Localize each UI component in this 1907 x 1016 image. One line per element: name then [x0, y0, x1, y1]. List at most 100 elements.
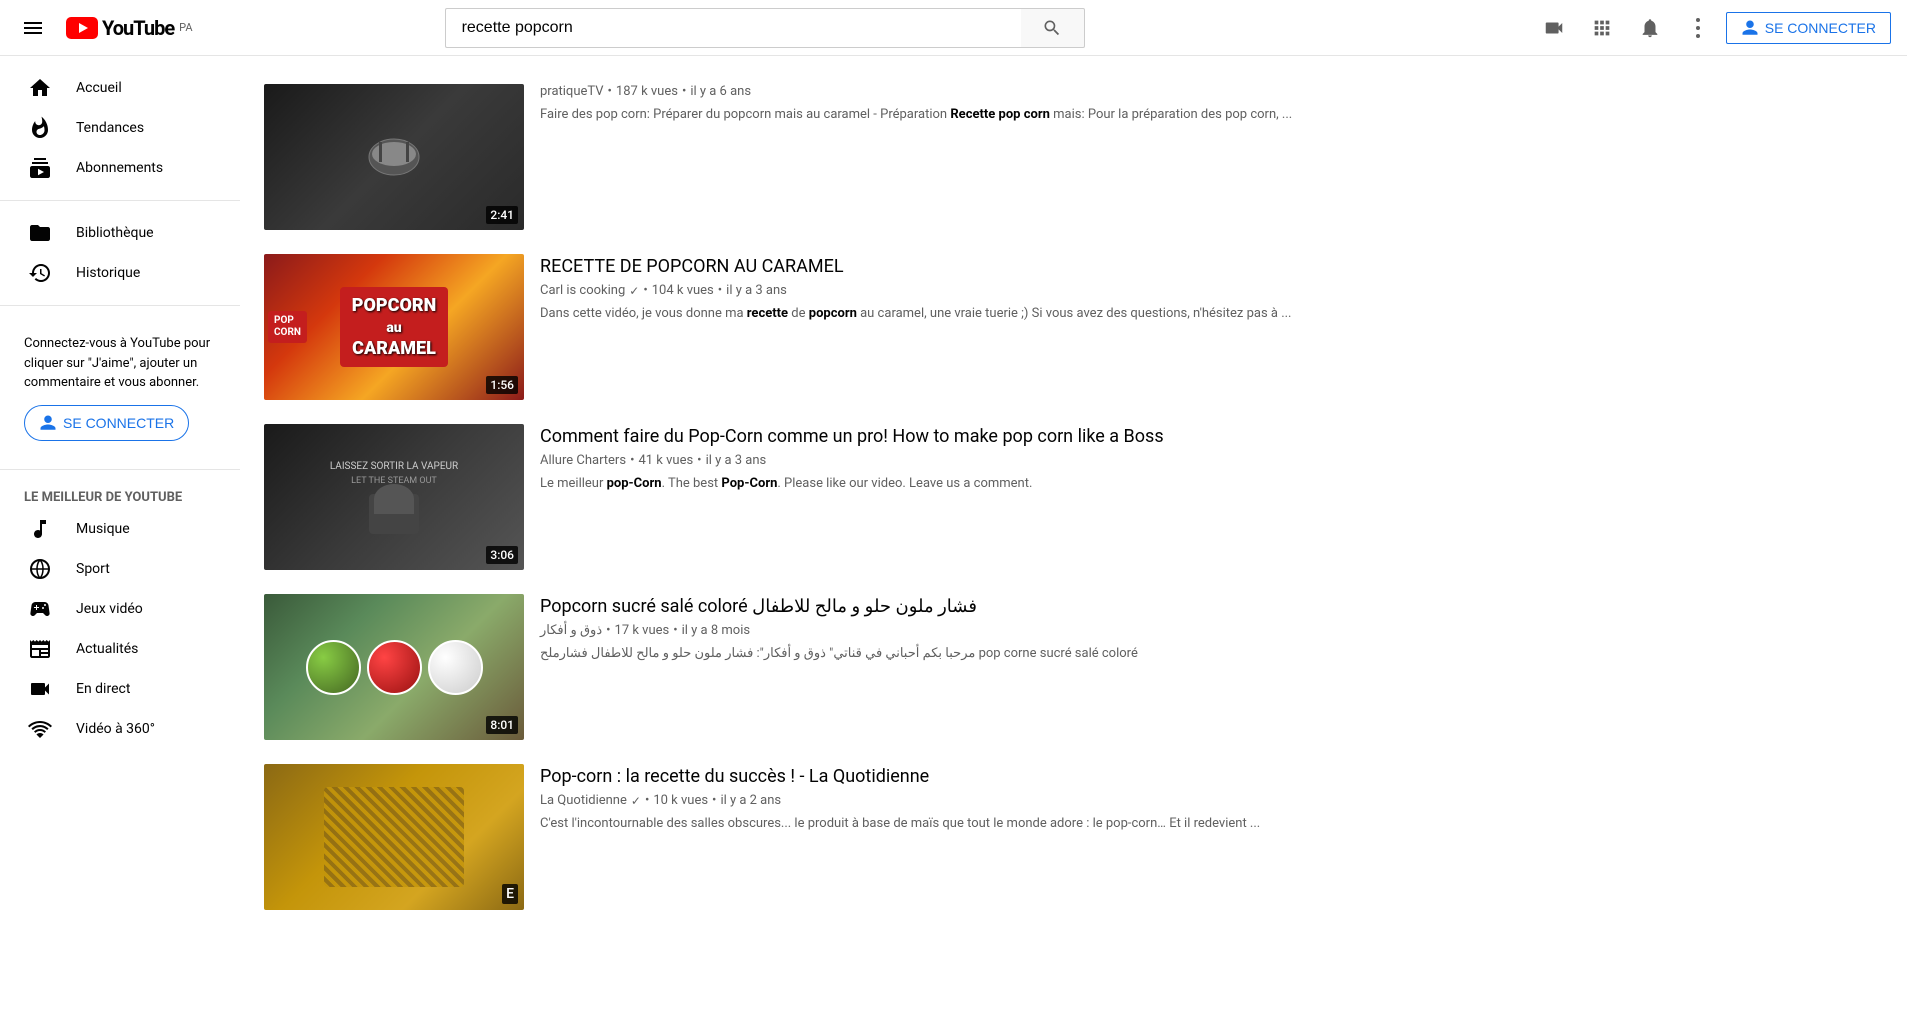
- thumbnail-3[interactable]: LAISSEZ SORTIR LA VAPEUR LET THE STEAM O…: [264, 424, 524, 570]
- gamepad-icon: [28, 597, 52, 621]
- dot-4b: •: [673, 623, 677, 638]
- flame-icon: [28, 116, 52, 140]
- thumbnail-4[interactable]: 8:01: [264, 594, 524, 740]
- signin-box: Connectez-vous à YouTube pour cliquer su…: [0, 318, 240, 457]
- age-2: il y a 3 ans: [726, 283, 787, 298]
- home-icon: [28, 76, 52, 100]
- sidebar-divider-3: [0, 469, 240, 470]
- sidebar-item-actualites[interactable]: Actualités: [4, 629, 236, 669]
- layout: Accueil Tendances Abonnements Bibliothèq…: [0, 56, 1907, 938]
- thumbnail-2[interactable]: POPCORNauCARAMEL POPCORN 1:56: [264, 254, 524, 400]
- search-icon: [1042, 18, 1062, 38]
- dot-4: •: [606, 623, 610, 638]
- header-left: YouTubePA: [16, 14, 216, 42]
- header-right: SE CONNECTER: [1534, 8, 1891, 48]
- signin-button[interactable]: SE CONNECTER: [1726, 12, 1891, 44]
- video-item-2: POPCORNauCARAMEL POPCORN 1:56 RECETTE DE…: [264, 242, 1883, 412]
- logo[interactable]: YouTubePA: [66, 16, 193, 40]
- sidebar-label-video-360: Vidéo à 360°: [76, 721, 155, 737]
- video-info-1: pratiqueTV • 187 k vues • il y a 6 ans F…: [540, 84, 1883, 230]
- channel-2[interactable]: Carl is cooking: [540, 283, 625, 298]
- folder-icon: [28, 221, 52, 245]
- apps-icon: [1591, 17, 1613, 39]
- upload-button[interactable]: [1534, 8, 1574, 48]
- sport-icon: [28, 557, 52, 581]
- video-item-5: E Pop-corn : la recette du succès ! - La…: [264, 752, 1883, 922]
- video-title-2[interactable]: RECETTE DE POPCORN AU CARAMEL: [540, 254, 1883, 279]
- verified-icon-2: ✓: [629, 284, 639, 298]
- live-icon: [28, 677, 52, 701]
- signin-box-text: Connectez-vous à YouTube pour cliquer su…: [24, 336, 210, 390]
- verified-icon-5: ✓: [631, 794, 641, 808]
- sidebar-label-bibliotheque: Bibliothèque: [76, 225, 154, 241]
- more-icon: [1696, 18, 1700, 38]
- notifications-button[interactable]: [1630, 8, 1670, 48]
- search-form: [445, 8, 1085, 48]
- sidebar-label-abonnements: Abonnements: [76, 160, 163, 176]
- search-area: [445, 8, 1085, 48]
- sidebar-item-historique[interactable]: Historique: [4, 253, 236, 293]
- sidebar-item-bibliotheque[interactable]: Bibliothèque: [4, 213, 236, 253]
- desc-bold-2b: popcorn: [809, 306, 857, 321]
- thumbnail-5[interactable]: E: [264, 764, 524, 910]
- video-item-4: 8:01 Popcorn sucré salé coloré فشار ملون…: [264, 582, 1883, 752]
- channel-3[interactable]: Allure Charters: [540, 453, 626, 468]
- sidebar-item-accueil[interactable]: Accueil: [4, 68, 236, 108]
- age-5: il y a 2 ans: [720, 793, 781, 808]
- channel-5[interactable]: La Quotidienne: [540, 793, 627, 808]
- signin-user-icon: [1741, 19, 1759, 37]
- music-icon: [28, 517, 52, 541]
- views-2: 104 k vues: [652, 283, 714, 298]
- sidebar-item-video-360[interactable]: Vidéo à 360°: [4, 709, 236, 749]
- channel-1[interactable]: pratiqueTV: [540, 84, 604, 99]
- search-input[interactable]: [445, 8, 1021, 48]
- desc-text-1: Faire des pop corn: Préparer du popcorn …: [540, 107, 950, 122]
- video-info-3: Comment faire du Pop-Corn comme un pro! …: [540, 424, 1883, 570]
- logo-badge: PA: [179, 21, 192, 34]
- video-info-2: RECETTE DE POPCORN AU CARAMEL Carl is co…: [540, 254, 1883, 400]
- video-title-5[interactable]: Pop-corn : la recette du succès ! - La Q…: [540, 764, 1883, 789]
- video-meta-1: pratiqueTV • 187 k vues • il y a 6 ans: [540, 84, 1883, 99]
- dot-5: •: [645, 793, 649, 808]
- search-button[interactable]: [1021, 8, 1085, 48]
- views-3: 41 k vues: [638, 453, 693, 468]
- video-title-4[interactable]: Popcorn sucré salé coloré فشار ملون حلو …: [540, 594, 1883, 619]
- video-desc-3: Le meilleur pop-Corn. The best Pop-Corn.…: [540, 474, 1883, 494]
- signin-box-button[interactable]: SE CONNECTER: [24, 405, 189, 441]
- views-1: 187 k vues: [616, 84, 678, 99]
- more-button[interactable]: [1678, 8, 1718, 48]
- sidebar-item-jeux-video[interactable]: Jeux vidéo: [4, 589, 236, 629]
- apps-button[interactable]: [1582, 8, 1622, 48]
- sidebar-label-accueil: Accueil: [76, 80, 122, 96]
- duration-badge-4: 8:01: [486, 716, 518, 734]
- sidebar-item-musique[interactable]: Musique: [4, 509, 236, 549]
- dot-1: •: [608, 84, 612, 99]
- sidebar-item-tendances[interactable]: Tendances: [4, 108, 236, 148]
- desc-rest-1: mais: Pour la préparation des pop corn, …: [1050, 107, 1292, 122]
- sidebar-item-abonnements[interactable]: Abonnements: [4, 148, 236, 188]
- views-4: 17 k vues: [615, 623, 670, 638]
- sidebar-item-en-direct[interactable]: En direct: [4, 669, 236, 709]
- header: YouTubePA: [0, 0, 1907, 56]
- menu-button[interactable]: [16, 14, 50, 42]
- video-item-1: 2:41 pratiqueTV • 187 k vues • il y a 6 …: [264, 72, 1883, 242]
- video-meta-4: ذوق و أفكار • 17 k vues • il y a 8 mois: [540, 623, 1883, 638]
- best-section-title: LE MEILLEUR DE YOUTUBE: [0, 482, 240, 509]
- video-desc-4: مرحبا بكم أحباني في قناتي" ذوق و أفكار":…: [540, 644, 1883, 664]
- video-desc-1: Faire des pop corn: Préparer du popcorn …: [540, 105, 1883, 125]
- thumbnail-1[interactable]: 2:41: [264, 84, 524, 230]
- age-1: il y a 6 ans: [690, 84, 751, 99]
- desc-bold-1: Recette pop corn: [950, 107, 1050, 122]
- video-meta-5: La Quotidienne ✓ • 10 k vues • il y a 2 …: [540, 793, 1883, 808]
- sidebar-label-tendances: Tendances: [76, 120, 144, 136]
- dot-2: •: [643, 283, 647, 298]
- video-desc-5: C'est l'incontournable des salles obscur…: [540, 814, 1883, 834]
- dot-3b: •: [697, 453, 701, 468]
- duration-badge-5: E: [502, 884, 518, 904]
- video-title-3[interactable]: Comment faire du Pop-Corn comme un pro! …: [540, 424, 1883, 449]
- 360-icon: [28, 717, 52, 741]
- subscriptions-icon: [28, 156, 52, 180]
- sidebar-item-sport[interactable]: Sport: [4, 549, 236, 589]
- duration-badge-1: 2:41: [486, 206, 518, 224]
- channel-4[interactable]: ذوق و أفكار: [540, 623, 602, 638]
